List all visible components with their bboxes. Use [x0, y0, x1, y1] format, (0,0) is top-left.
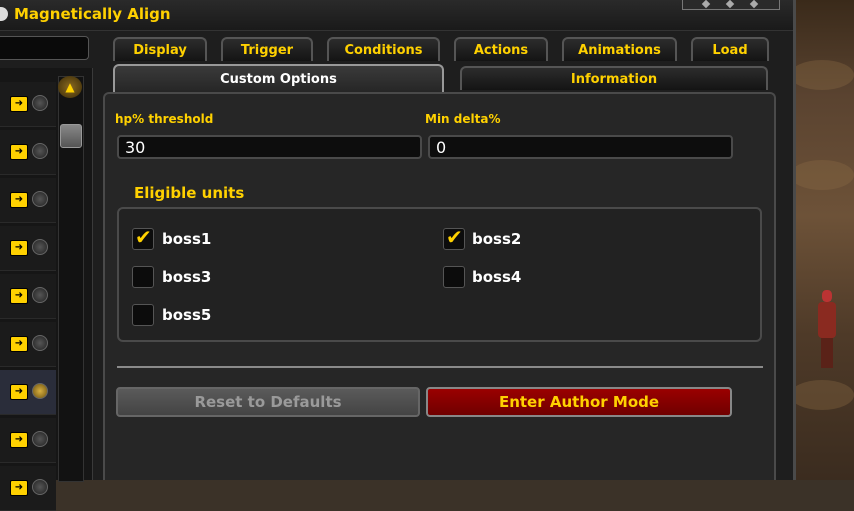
- window-title: Magnetically Align: [14, 5, 171, 23]
- arrow-icon[interactable]: ➜: [10, 480, 28, 496]
- boss5-checkbox[interactable]: [132, 304, 154, 326]
- tab-information[interactable]: Information: [460, 66, 768, 90]
- list-item[interactable]: ➜: [0, 178, 56, 223]
- boss3-label: boss3: [162, 268, 212, 286]
- title-ornament: [682, 0, 780, 10]
- tab-animations[interactable]: Animations: [562, 37, 677, 61]
- toggle-icon[interactable]: [32, 335, 48, 351]
- eligible-units-title: Eligible units: [134, 184, 245, 202]
- boss1-checkbox[interactable]: ✔: [132, 225, 154, 250]
- toggle-icon[interactable]: [32, 95, 48, 111]
- list-item[interactable]: ➜: [0, 274, 56, 319]
- arrow-icon[interactable]: ➜: [10, 288, 28, 304]
- check-icon: ✔: [135, 225, 152, 249]
- toggle-icon[interactable]: [32, 143, 48, 159]
- arrow-icon[interactable]: ➜: [10, 96, 28, 112]
- hp-threshold-input[interactable]: 30: [117, 135, 422, 159]
- boss4-label: boss4: [472, 268, 522, 286]
- check-icon: ✔: [446, 225, 463, 249]
- tab-conditions[interactable]: Conditions: [327, 37, 440, 61]
- scroll-up-icon[interactable]: ▲: [58, 76, 82, 98]
- arrow-icon[interactable]: ➜: [10, 432, 28, 448]
- boss1-label: boss1: [162, 230, 212, 248]
- tab-actions[interactable]: Actions: [454, 37, 548, 61]
- min-delta-label: Min delta%: [425, 112, 501, 126]
- list-item[interactable]: ➜: [0, 466, 56, 511]
- tab-trigger[interactable]: Trigger: [221, 37, 313, 61]
- arrow-icon[interactable]: ➜: [10, 192, 28, 208]
- arrow-icon[interactable]: ➜: [10, 144, 28, 160]
- weakauras-options-window: Magnetically Align ➜ ➜ ➜ ➜ ➜ ➜ ➜ ➜ ➜ ▲ D…: [0, 0, 796, 511]
- toggle-icon[interactable]: [32, 191, 48, 207]
- hp-threshold-label: hp% threshold: [115, 112, 214, 126]
- reset-defaults-button[interactable]: Reset to Defaults: [116, 387, 420, 417]
- arrow-icon[interactable]: ➜: [10, 336, 28, 352]
- game-world-background: [790, 0, 854, 480]
- list-item[interactable]: ➜: [0, 82, 56, 127]
- list-item-selected[interactable]: ➜: [0, 370, 56, 415]
- aura-icon: [0, 7, 8, 21]
- boss2-label: boss2: [472, 230, 522, 248]
- eligible-units-group: [117, 207, 762, 342]
- boss3-checkbox[interactable]: [132, 266, 154, 288]
- toggle-icon[interactable]: [32, 479, 48, 495]
- toggle-icon[interactable]: [32, 239, 48, 255]
- tab-load[interactable]: Load: [691, 37, 769, 61]
- list-item[interactable]: ➜: [0, 226, 56, 271]
- toggle-icon[interactable]: [32, 431, 48, 447]
- list-item[interactable]: ➜: [0, 322, 56, 367]
- toggle-icon[interactable]: [32, 287, 48, 303]
- enter-author-mode-button[interactable]: Enter Author Mode: [426, 387, 732, 417]
- boss5-label: boss5: [162, 306, 212, 324]
- min-delta-input[interactable]: 0: [428, 135, 733, 159]
- toggle-icon[interactable]: [32, 383, 48, 399]
- title-bar[interactable]: Magnetically Align: [0, 0, 793, 31]
- tab-custom-options[interactable]: Custom Options: [113, 64, 444, 92]
- list-item[interactable]: ➜: [0, 130, 56, 175]
- boss2-checkbox[interactable]: ✔: [443, 225, 465, 250]
- arrow-icon[interactable]: ➜: [10, 240, 28, 256]
- tab-display[interactable]: Display: [113, 37, 207, 61]
- boss4-checkbox[interactable]: [443, 266, 465, 288]
- player-character: [812, 290, 842, 368]
- search-input[interactable]: [0, 36, 89, 60]
- arrow-icon[interactable]: ➜: [10, 384, 28, 400]
- divider: [117, 366, 763, 368]
- scroll-thumb[interactable]: [60, 124, 82, 148]
- list-item[interactable]: ➜: [0, 418, 56, 463]
